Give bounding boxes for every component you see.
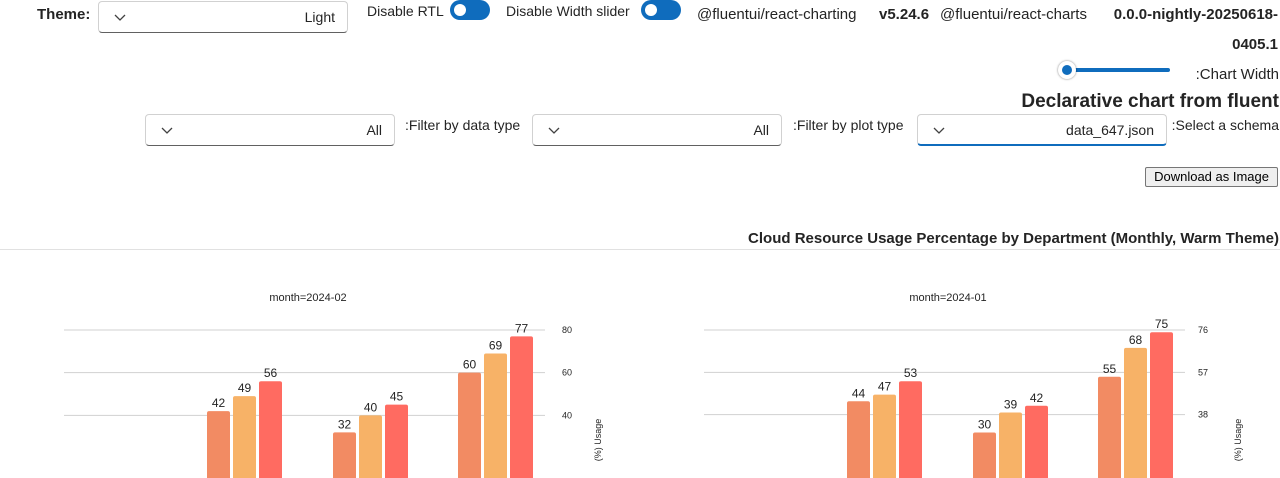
charting-package: @fluentui/react-charting [697, 6, 857, 23]
y-tick-label: 60 [562, 368, 572, 378]
bar-value-label: 69 [489, 338, 503, 352]
section-title: Declarative chart from fluent [1021, 91, 1279, 112]
bar-value-label: 53 [904, 366, 918, 380]
bar-value-label: 40 [364, 400, 378, 414]
width-slider-label: Disable Width slider [506, 3, 630, 19]
bar [333, 432, 356, 478]
bar-value-label: 42 [212, 396, 226, 410]
toggle-knob [645, 4, 657, 16]
plot-type-dropdown[interactable]: All [532, 114, 782, 146]
bar-value-label: 39 [1004, 397, 1018, 411]
slider-thumb-dot [1062, 65, 1072, 75]
chevron-down-icon [548, 127, 560, 134]
bar-value-label: 42 [1030, 391, 1044, 405]
bar [259, 381, 282, 478]
bar-value-label: 68 [1129, 333, 1143, 347]
data-type-value: All [366, 122, 382, 138]
bar [458, 372, 481, 478]
schema-label: :Select a schema [1171, 117, 1279, 133]
divider [0, 249, 1280, 250]
bar [873, 394, 896, 478]
bar [1150, 332, 1173, 478]
bar [1124, 347, 1147, 478]
bar-value-label: 77 [515, 321, 529, 335]
chart-title: Cloud Resource Usage Percentage by Depar… [748, 230, 1279, 247]
rtl-label: Disable RTL [367, 3, 444, 19]
data-type-label: :Filter by data type [405, 117, 521, 133]
bar [1098, 376, 1121, 478]
plot-type-value: All [753, 122, 769, 138]
bar [899, 381, 922, 478]
bar-value-label: 55 [1103, 362, 1117, 376]
bar [999, 412, 1022, 478]
y-axis-label: (%) Usage [1233, 419, 1243, 462]
bar [385, 404, 408, 478]
bar-value-label: 44 [852, 386, 866, 400]
charts-version-cont: 0405.1 [1232, 36, 1278, 53]
bar-value-label: 47 [878, 380, 892, 394]
chart-panel: month=2024-01 76 57 38 (%) Usage 44 47 53 30 39 42… [704, 292, 1243, 478]
slider-track [1066, 68, 1170, 72]
slider-thumb[interactable] [1058, 61, 1076, 79]
chart-panel: month=2024-02 80 60 40 (%) Usage 42 49 56 32 40 45… [64, 292, 603, 478]
bar-value-label: 60 [463, 358, 477, 372]
charting-version: v5.24.6 [879, 6, 930, 23]
chart-left: month=2024-02 80 60 40 (%) Usage 42 49 56 32 40 45… [64, 292, 603, 478]
bar [233, 396, 256, 478]
bar-value-label: 75 [1155, 317, 1169, 331]
chart-right: month=2024-01 76 57 38 (%) Usage 44 47 53 30 39 42… [704, 292, 1243, 478]
bar [510, 336, 533, 478]
theme-value: Light [304, 9, 335, 25]
charts-version: 0.0.0-nightly-20250618- [1113, 6, 1278, 23]
rtl-toggle[interactable] [450, 0, 490, 20]
download-image-button[interactable]: Download as Image [1145, 167, 1278, 187]
bar [973, 432, 996, 478]
y-tick-label: 38 [1198, 410, 1208, 420]
bar [207, 411, 230, 478]
chevron-down-icon [933, 127, 945, 134]
bar [1025, 405, 1048, 478]
schema-value: data_647.json [1066, 122, 1154, 138]
bar-value-label: 30 [978, 417, 992, 431]
y-tick-label: 80 [562, 325, 572, 335]
chart-width-label: :Chart Width [1195, 66, 1279, 83]
plot-type-label: :Filter by plot type [793, 117, 904, 133]
y-axis-label: (%) Usage [593, 419, 603, 462]
y-tick-label: 40 [562, 410, 572, 420]
theme-dropdown[interactable]: Light [98, 1, 348, 33]
width-slider-toggle[interactable] [641, 0, 681, 20]
y-tick-label: 57 [1198, 367, 1208, 377]
toggle-knob [454, 4, 466, 16]
chart-width-slider[interactable] [1058, 60, 1172, 80]
data-type-dropdown[interactable]: All [145, 114, 395, 146]
subplot-title: month=2024-01 [909, 292, 986, 304]
chevron-down-icon [114, 14, 126, 21]
bar [359, 415, 382, 478]
bar-value-label: 56 [264, 366, 278, 380]
bar [484, 353, 507, 478]
charts-package: @fluentui/react-charts [940, 6, 1087, 23]
y-tick-label: 76 [1198, 325, 1208, 335]
theme-label: Theme: [37, 6, 91, 23]
bar-value-label: 32 [338, 417, 352, 431]
bar [847, 401, 870, 478]
schema-dropdown[interactable]: data_647.json [917, 114, 1167, 146]
bar-value-label: 49 [238, 381, 252, 395]
chevron-down-icon [161, 127, 173, 134]
subplot-title: month=2024-02 [269, 292, 346, 304]
bar-value-label: 45 [390, 390, 404, 404]
